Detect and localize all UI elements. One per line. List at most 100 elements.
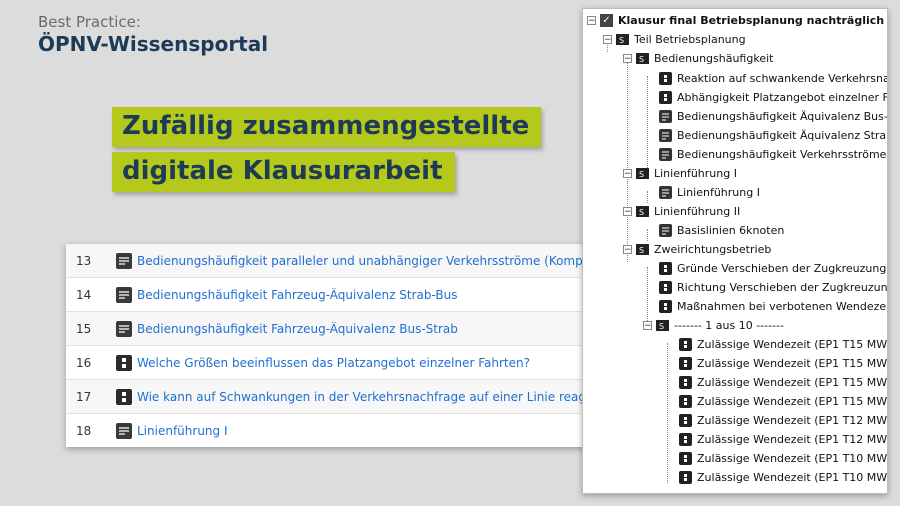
tree-leaf[interactable]: Linienführung I	[659, 183, 760, 202]
tree-node-label: Zulässige Wendezeit (EP1 T15 MWz4)	[697, 395, 888, 408]
tree-leaf[interactable]: Maßnahmen bei verbotenen Wendezeiten	[659, 297, 888, 316]
text-question-icon	[659, 224, 672, 237]
tree-root-node[interactable]: − ✓ Klausur final Betriebsplanung nachtr…	[587, 11, 887, 30]
brand-subtitle: Best Practice:	[38, 13, 141, 31]
tree-node-label: Gründe Verschieben der Zugkreuzungen	[677, 262, 888, 275]
choice-question-icon	[679, 433, 692, 446]
tree-node-bedienung[interactable]: − S Bedienungshäufigkeit	[623, 49, 773, 68]
question-number: 17	[76, 389, 92, 404]
choice-question-icon	[679, 357, 692, 370]
tree-node-label: Linienführung I	[677, 186, 760, 199]
collapse-toggle-icon[interactable]: −	[623, 207, 632, 217]
tree-node-label: Zulässige Wendezeit (EP1 T15 MWz3)	[697, 357, 888, 370]
section-icon: S	[656, 320, 669, 331]
tree-node-label: Bedienungshäufigkeit Verkehrsströme im N…	[677, 148, 887, 161]
choice-question-icon	[659, 262, 672, 275]
tree-leaf[interactable]: Zulässige Wendezeit (EP1 T15 MWz4)	[679, 392, 888, 411]
tree-leaf[interactable]: Zulässige Wendezeit (EP1 T12 MWz3)	[679, 430, 888, 449]
tree-leaf[interactable]: Zulässige Wendezeit (EP1 T15 MWz3)	[679, 354, 888, 373]
tree-node-zweirichtung[interactable]: − S Zweirichtungsbetrieb	[623, 240, 771, 259]
section-icon: S	[636, 244, 649, 255]
text-question-icon	[659, 110, 672, 123]
tree-node-label: Zulässige Wendezeit (EP1 T15 MWz2)	[697, 338, 888, 351]
tree-node-linienfuehrung-1[interactable]: − S Linienführung I	[623, 164, 737, 183]
checkbox-checked-icon[interactable]: ✓	[600, 14, 613, 27]
tree-node-label: Zweirichtungsbetrieb	[654, 243, 772, 256]
tree-leaf[interactable]: Gründe Verschieben der Zugkreuzungen	[659, 259, 888, 278]
collapse-toggle-icon[interactable]: −	[643, 321, 652, 331]
question-link[interactable]: Wie kann auf Schwankungen in der Verkehr…	[137, 390, 606, 404]
question-number: 18	[76, 423, 92, 438]
tree-node-label: Teil Betriebsplanung	[634, 33, 746, 46]
collapse-toggle-icon[interactable]: −	[603, 35, 612, 45]
tree-node-label: Maßnahmen bei verbotenen Wendezeiten	[677, 300, 888, 313]
text-question-icon	[659, 129, 672, 142]
headline-banner-line2: digitale Klausurarbeit	[112, 152, 455, 192]
tree-node-label: Zulässige Wendezeit (EP1 T10 MWz2)	[697, 471, 888, 484]
svg-text:S: S	[619, 36, 624, 45]
tree-node-label: Zulässige Wendezeit (EP1 T12 MWz3)	[697, 433, 888, 446]
tree-leaf[interactable]: Zulässige Wendezeit (EP1 T10 MWz2)	[679, 468, 888, 487]
question-link[interactable]: Bedienungshäufigkeit paralleler und unab…	[137, 254, 606, 268]
section-icon: S	[636, 206, 649, 217]
text-question-icon	[116, 422, 132, 439]
tree-node-part[interactable]: − S Teil Betriebsplanung	[603, 30, 746, 49]
text-question-icon	[659, 148, 672, 161]
question-link[interactable]: Welche Größen beeinflussen das Platzange…	[137, 356, 606, 370]
choice-question-icon	[679, 471, 692, 484]
choice-question-icon	[659, 300, 672, 313]
brand-title: ÖPNV-Wissensportal	[38, 32, 269, 56]
tree-node-label: Reaktion auf schwankende Verkehrsnachfra…	[677, 72, 887, 85]
tree-leaf[interactable]: Bedienungshäufigkeit Äquivalenz Bus-Stra…	[659, 107, 888, 126]
question-number: 13	[76, 253, 92, 268]
section-icon: S	[636, 168, 649, 179]
collapse-toggle-icon[interactable]: −	[623, 169, 632, 179]
choice-question-icon	[116, 388, 132, 405]
tree-leaf[interactable]: Basislinien 6knoten	[659, 221, 784, 240]
svg-text:S: S	[659, 322, 664, 331]
svg-text:S: S	[639, 55, 644, 64]
result-row: 17 Wie kann auf Schwankungen in der Verke…	[66, 380, 646, 414]
collapse-toggle-icon[interactable]: −	[623, 54, 632, 64]
svg-text:S: S	[639, 170, 644, 179]
tree-node-linienfuehrung-2[interactable]: − S Linienführung II	[623, 202, 740, 221]
tree-node-label: Zulässige Wendezeit (EP1 T15 MWz4)	[697, 376, 888, 389]
tree-node-label: Bedienungshäufigkeit Äquivalenz Bus-Stra…	[677, 110, 888, 123]
tree-leaf[interactable]: Zulässige Wendezeit (EP1 T10 MWz2)	[679, 449, 888, 468]
text-question-icon	[116, 286, 132, 303]
question-link[interactable]: Bedienungshäufigkeit Fahrzeug-Äquivalenz…	[137, 322, 606, 336]
tree-leaf[interactable]: Bedienungshäufigkeit Äquivalenz Strab-Bu…	[659, 126, 887, 145]
exam-structure-tree: − ✓ Klausur final Betriebsplanung nachtr…	[582, 8, 888, 494]
question-number: 14	[76, 287, 92, 302]
tree-leaf[interactable]: Richtung Verschieben der Zugkreuzung	[659, 278, 888, 297]
exam-results-table: 13 Bedienungshäufigkeit paralleler und un…	[66, 244, 646, 447]
tree-node-label: Linienführung I	[654, 167, 737, 180]
section-icon: S	[616, 34, 629, 45]
tree-leaf[interactable]: Reaktion auf schwankende Verkehrsnachfra…	[659, 69, 887, 88]
choice-question-icon	[659, 91, 672, 104]
question-link[interactable]: Linienführung I	[137, 424, 606, 438]
collapse-toggle-icon[interactable]: −	[623, 245, 632, 255]
tree-node-label: Abhängigkeit Platzangebot einzelner Fahr…	[677, 91, 888, 104]
tree-leaf[interactable]: Zulässige Wendezeit (EP1 T15 MWz4)	[679, 373, 888, 392]
tree-leaf[interactable]: Bedienungshäufigkeit Verkehrsströme im N…	[659, 145, 887, 164]
tree-node-label: Zulässige Wendezeit (EP1 T10 MWz2)	[697, 452, 888, 465]
tree-node-label: Basislinien 6knoten	[677, 224, 785, 237]
tree-node-pool[interactable]: − S ------- 1 aus 10 -------	[643, 316, 784, 335]
collapse-toggle-icon[interactable]: −	[587, 16, 596, 26]
svg-text:S: S	[639, 246, 644, 255]
tree-leaf[interactable]: Abhängigkeit Platzangebot einzelner Fahr…	[659, 88, 888, 107]
text-question-icon	[659, 186, 672, 199]
text-question-icon	[116, 252, 132, 269]
tree-node-label: Klausur final Betriebsplanung nachträgli…	[618, 14, 887, 27]
tree-node-label: Richtung Verschieben der Zugkreuzung	[677, 281, 888, 294]
tree-leaf[interactable]: Zulässige Wendezeit (EP1 T15 MWz2)	[679, 335, 888, 354]
result-row: 14 Bedienungshäufigkeit Fahrzeug-Äquivale…	[66, 278, 646, 312]
result-row: 15 Bedienungshäufigkeit Fahrzeug-Äquivale…	[66, 312, 646, 346]
tree-node-label: Bedienungshäufigkeit Äquivalenz Strab-Bu…	[677, 129, 887, 142]
choice-question-icon	[679, 338, 692, 351]
result-row: 16 Welche Größen beeinflussen das Platzan…	[66, 346, 646, 380]
question-number: 15	[76, 321, 92, 336]
tree-leaf[interactable]: Zulässige Wendezeit (EP1 T12 MWz2)	[679, 411, 887, 430]
question-link[interactable]: Bedienungshäufigkeit Fahrzeug-Äquivalenz…	[137, 288, 606, 302]
